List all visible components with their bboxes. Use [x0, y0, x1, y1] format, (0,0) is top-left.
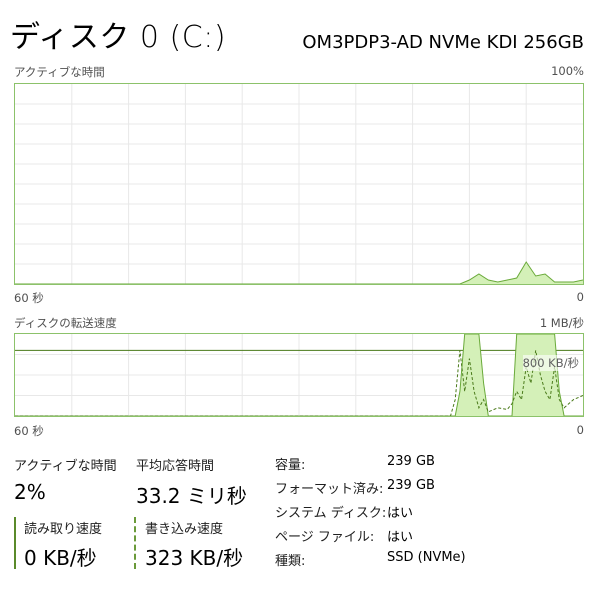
- prop-page-file-label: ページ ファイル:: [275, 530, 375, 545]
- prop-formatted-label: フォーマット済み:: [275, 482, 384, 497]
- stat-read-speed-label: 読み取り速度: [24, 522, 103, 537]
- transfer-graph-max: 1 MB/秒: [539, 316, 584, 330]
- prop-capacity-label: 容量:: [275, 458, 306, 473]
- transfer-chart: [15, 334, 583, 416]
- disk-model: OM3PDP3-AD NVMe KDI 256GB: [302, 32, 584, 53]
- stat-active-time-value: 2%: [14, 480, 46, 504]
- active-time-graph-label: アクティブな時間: [14, 65, 105, 79]
- transfer-ref-label: 800 KB/秒: [522, 355, 579, 371]
- prop-type-value: SSD (NVMe): [387, 550, 466, 565]
- read-speed-indicator: [14, 517, 16, 569]
- prop-system-disk-value: はい: [387, 506, 414, 521]
- stat-avg-response-label: 平均応答時間: [136, 459, 215, 474]
- active-time-graph-max: 100%: [551, 64, 584, 78]
- stat-write-speed-label: 書き込み速度: [145, 522, 224, 537]
- active-time-x-right: 0: [576, 290, 584, 304]
- stat-active-time-label: アクティブな時間: [14, 459, 117, 474]
- transfer-x-left: 60 秒: [14, 424, 44, 438]
- transfer-x-right: 0: [576, 423, 584, 437]
- prop-formatted-value: 239 GB: [387, 478, 435, 493]
- prop-system-disk-label: システム ディスク:: [275, 506, 387, 521]
- stat-write-speed-value: 323 KB/秒: [145, 546, 244, 570]
- properties-panel: 容量: 239 GB フォーマット済み: 239 GB システム ディスク: は…: [275, 454, 575, 574]
- transfer-graph: 800 KB/秒: [14, 333, 584, 417]
- write-speed-indicator: [134, 517, 136, 569]
- disk-title: ディスク 0 (C:): [10, 20, 227, 55]
- stat-avg-response-value: 33.2 ミリ秒: [136, 484, 247, 508]
- active-time-x-left: 60 秒: [14, 291, 44, 305]
- stat-read-speed-value: 0 KB/秒: [24, 546, 97, 570]
- prop-page-file-value: はい: [387, 530, 414, 545]
- prop-type-label: 種類:: [275, 554, 306, 569]
- transfer-graph-label: ディスクの転送速度: [14, 316, 117, 330]
- active-time-chart: [15, 84, 583, 284]
- prop-capacity-value: 239 GB: [387, 454, 435, 469]
- active-time-graph: [14, 83, 584, 285]
